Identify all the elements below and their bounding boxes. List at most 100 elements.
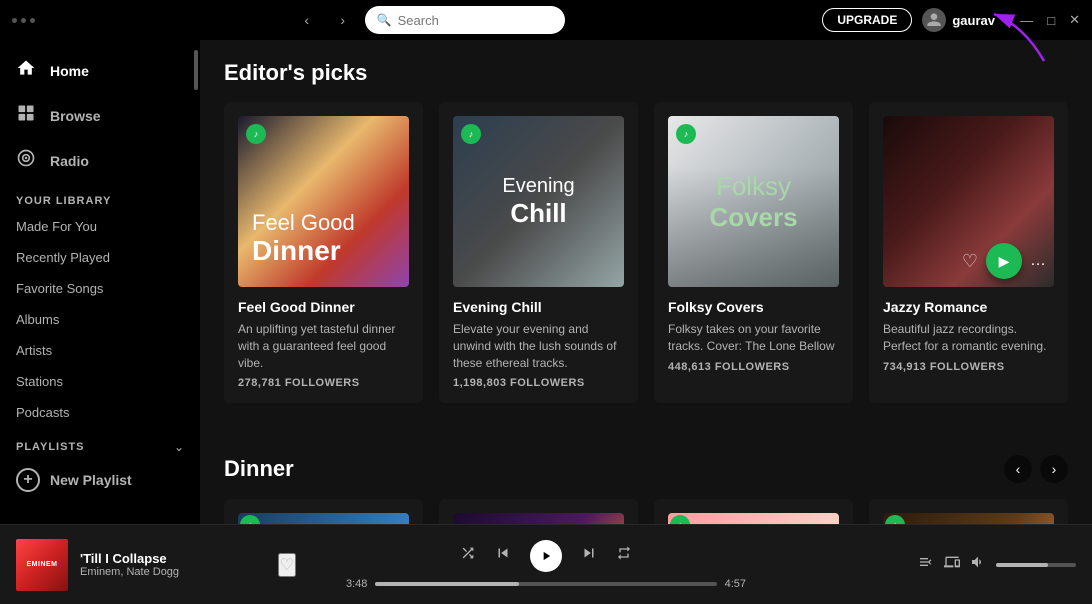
spotify-badge: ♪ <box>885 515 905 524</box>
time-total: 4:57 <box>725 578 746 590</box>
volume-bar[interactable] <box>996 563 1076 567</box>
dinner-card-image-1: ♪ <box>238 513 409 524</box>
next-button[interactable] <box>580 544 598 567</box>
app-menu-dots[interactable] <box>12 18 35 23</box>
sidebar-item-albums[interactable]: Albums <box>0 304 200 335</box>
nav-forward-button[interactable]: › <box>329 6 357 34</box>
card-more-button[interactable]: … <box>1030 252 1046 270</box>
card-title: Feel Good Dinner <box>238 299 409 315</box>
now-playing-track-info: 'Till I Collapse Eminem, Nate Dogg <box>80 551 266 578</box>
dinner-card-3[interactable]: ♪ <box>654 499 853 524</box>
dinner-nav-next-button[interactable]: › <box>1040 455 1068 483</box>
card-art-folksy-covers: Folksy Covers <box>668 116 839 287</box>
titlebar-center: ‹ › 🔍 <box>293 6 565 34</box>
lyrics-button[interactable] <box>918 554 934 575</box>
card-title: Folksy Covers <box>668 299 839 315</box>
dinner-card-4[interactable]: ♪ <box>869 499 1068 524</box>
playlists-section-header: PLAYLISTS ⌄ <box>0 428 200 458</box>
sidebar: Home Browse Radio YOUR LIBRARY Made For … <box>0 40 200 524</box>
playlists-section-label: PLAYLISTS <box>16 441 85 453</box>
sidebar-item-podcasts[interactable]: Podcasts <box>0 397 200 428</box>
playback-controls <box>460 540 632 572</box>
card-heart-button[interactable]: ♡ <box>962 251 978 272</box>
card-folksy-covers[interactable]: Folksy Covers ♪ Folksy Covers Folksy tak… <box>654 102 853 403</box>
chevron-down-icon: ⌄ <box>1001 14 1010 27</box>
now-playing-track-title: 'Till I Collapse <box>80 551 266 566</box>
avatar <box>922 8 946 32</box>
card-evening-chill[interactable]: Evening Chill ♪ Evening Chill Elevate yo… <box>439 102 638 403</box>
card-feel-good-dinner[interactable]: Feel Good Dinner ♪ Feel Good Dinner An u… <box>224 102 423 403</box>
home-icon <box>16 58 36 83</box>
play-pause-button[interactable] <box>530 540 562 572</box>
library-section-label: YOUR LIBRARY <box>0 183 200 211</box>
volume-button[interactable] <box>970 554 986 575</box>
sidebar-item-favorite-songs[interactable]: Favorite Songs <box>0 273 200 304</box>
card-followers: 278,781 FOLLOWERS <box>238 377 409 389</box>
dinner-card-image-3: ♪ <box>668 513 839 524</box>
titlebar-right: UPGRADE gaurav ⌄ — □ ✕ <box>822 8 1080 32</box>
dinner-cards-grid: ♪ ♪ Jukebox Joint ♪ ♪ <box>224 499 1068 524</box>
sidebar-item-stations[interactable]: Stations <box>0 366 200 397</box>
playlists-chevron-icon[interactable]: ⌄ <box>174 440 184 454</box>
new-playlist-button[interactable]: + New Playlist <box>0 458 200 502</box>
dinner-card-1[interactable]: ♪ <box>224 499 423 524</box>
window-controls: — □ ✕ <box>1020 12 1080 28</box>
close-button[interactable]: ✕ <box>1069 12 1080 28</box>
spotify-badge: ♪ <box>246 124 266 144</box>
card-overlay-controls: ♡ ▶ … <box>962 243 1046 279</box>
card-jazzy-romance[interactable]: ♡ ▶ … Jazzy Romance Beautiful jazz recor… <box>869 102 1068 403</box>
card-followers: 1,198,803 FOLLOWERS <box>453 377 624 389</box>
time-elapsed: 3:48 <box>346 578 367 590</box>
search-input[interactable] <box>398 13 553 28</box>
sidebar-item-label: Home <box>50 63 89 79</box>
dinner-nav-prev-button[interactable]: ‹ <box>1004 455 1032 483</box>
minimize-button[interactable]: — <box>1020 13 1033 28</box>
sidebar-item-radio[interactable]: Radio <box>0 138 200 183</box>
sidebar-item-recently-played[interactable]: Recently Played <box>0 242 200 273</box>
volume-bar-fill <box>996 563 1048 567</box>
main-layout: Home Browse Radio YOUR LIBRARY Made For … <box>0 40 1092 524</box>
card-art-evening-chill: Evening Chill <box>453 116 624 287</box>
editors-picks-title: Editor's picks <box>224 60 367 86</box>
user-name-label: gaurav <box>952 13 995 28</box>
spotify-badge: ♪ <box>461 124 481 144</box>
card-play-button[interactable]: ▶ <box>986 243 1022 279</box>
radio-icon <box>16 148 36 173</box>
devices-button[interactable] <box>944 554 960 575</box>
progress-bar[interactable] <box>375 582 716 586</box>
card-followers: 448,613 FOLLOWERS <box>668 361 839 373</box>
sidebar-item-artists[interactable]: Artists <box>0 335 200 366</box>
shuffle-button[interactable] <box>460 545 476 566</box>
now-playing-track-artist: Eminem, Nate Dogg <box>80 566 266 578</box>
sidebar-item-browse[interactable]: Browse <box>0 93 200 138</box>
spotify-badge: ♪ <box>240 515 260 524</box>
card-description: Folksy takes on your favorite tracks. Co… <box>668 321 839 355</box>
dinner-section-header: Dinner ‹ › <box>224 435 1068 483</box>
now-playing-left: EMINEM 'Till I Collapse Eminem, Nate Dog… <box>16 539 296 591</box>
card-followers: 734,913 FOLLOWERS <box>883 361 1054 373</box>
sidebar-item-home[interactable]: Home <box>0 48 200 93</box>
dinner-section-nav: ‹ › <box>1004 455 1068 483</box>
restore-button[interactable]: □ <box>1047 13 1055 28</box>
card-description: Elevate your evening and unwind with the… <box>453 321 624 371</box>
now-playing-heart-button[interactable]: ♡ <box>278 553 296 577</box>
now-playing-right <box>796 554 1076 575</box>
new-playlist-label: New Playlist <box>50 472 132 488</box>
nav-back-button[interactable]: ‹ <box>293 6 321 34</box>
card-description: Beautiful jazz recordings. Perfect for a… <box>883 321 1054 355</box>
main-content: Editor's picks Feel Good Dinner ♪ Feel G… <box>200 40 1092 524</box>
search-box[interactable]: 🔍 <box>365 6 565 34</box>
user-area[interactable]: gaurav ⌄ <box>922 8 1010 32</box>
titlebar: ‹ › 🔍 UPGRADE gaurav ⌄ — □ ✕ <box>0 0 1092 40</box>
dinner-card-2[interactable]: ♪ Jukebox Joint <box>439 499 638 524</box>
previous-button[interactable] <box>494 544 512 567</box>
dinner-section-title: Dinner <box>224 456 294 482</box>
dinner-card-image-2: ♪ Jukebox Joint <box>453 513 624 524</box>
scrollbar[interactable] <box>194 50 198 90</box>
now-playing-album-art: EMINEM <box>16 539 68 591</box>
sidebar-item-made-for-you[interactable]: Made For You <box>0 211 200 242</box>
sidebar-item-label: Radio <box>50 153 89 169</box>
sidebar-item-label: Browse <box>50 108 101 124</box>
repeat-button[interactable] <box>616 545 632 566</box>
upgrade-button[interactable]: UPGRADE <box>822 8 912 32</box>
